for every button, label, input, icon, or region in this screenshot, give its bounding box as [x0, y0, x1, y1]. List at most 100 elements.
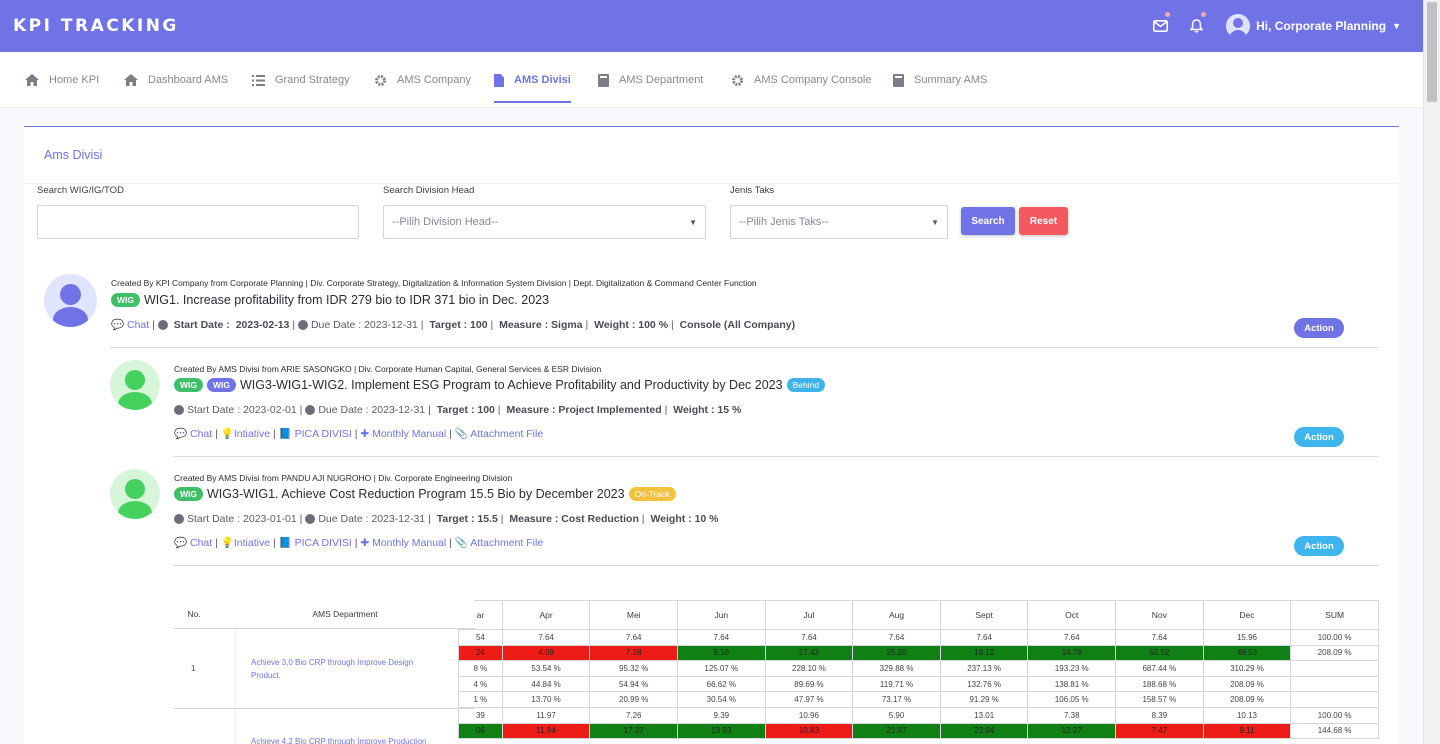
grid-cell: 10.83 — [764, 722, 854, 740]
column-header-dec: Dec — [1202, 600, 1292, 630]
nav-ams-company[interactable]: AMS Company — [374, 52, 471, 108]
clock-icon — [174, 405, 184, 415]
avatar — [44, 274, 97, 327]
grid-cell: 7.64 — [764, 629, 854, 646]
avatar — [110, 360, 160, 410]
grid-row: 54 7.64 7.64 7.64 7.64 7.64 7.64 7.64 7.64 15.96 1… — [458, 629, 1379, 646]
division-head-select[interactable]: --Pilih Division Head-- ▼ — [383, 205, 706, 239]
grid-cell: 208.09 % — [1290, 644, 1379, 662]
grid-cell: 11.97 — [501, 706, 591, 724]
dept-link[interactable]: Achieve 3,0 Bio CRP through Improve Desi… — [251, 656, 441, 682]
pica-divisi-link[interactable]: 📘 PICA DIVISI — [279, 428, 352, 440]
grid-cell: 91.29 % — [939, 691, 1029, 708]
nav-grand-strategy[interactable]: Grand Strategy — [252, 52, 350, 108]
avatar — [110, 469, 160, 519]
entry-title[interactable]: WIG3-WIG1. Achieve Cost Reduction Progra… — [207, 487, 625, 501]
grid-cell: 237.13 % — [939, 660, 1029, 677]
entry-title[interactable]: WIG1. Increase profitability from IDR 27… — [144, 293, 549, 307]
column-header-sept: Sept — [939, 600, 1029, 630]
initiative-link[interactable]: 💡Intiative — [221, 537, 270, 549]
nav-ams-department[interactable]: AMS Department — [598, 52, 703, 108]
grid-cell: 20.99 % — [589, 691, 679, 708]
book-icon — [598, 73, 609, 87]
entry-title[interactable]: WIG3-WIG1-WIG2. Implement ESG Program to… — [240, 378, 783, 392]
attachment-file-link[interactable]: 📎 Attachment File — [455, 428, 543, 440]
nav-dashboard-ams[interactable]: Dashboard AMS — [124, 52, 228, 108]
grid-cell: 9.39 — [677, 706, 766, 724]
user-menu[interactable]: Hi, Corporate Planning ▼ — [1226, 14, 1401, 38]
grid-cell: 7.64 — [589, 629, 679, 646]
notification-dot — [1165, 12, 1171, 17]
grid-cell: 208.09 % — [1202, 675, 1292, 693]
top-bar: KPI TRACKING Hi, Corporate Planning ▼ — [0, 0, 1423, 52]
grid-row: 39 11.97 7.26 9.39 10.96 5.90 13.01 7.38 8.39 10.… — [458, 706, 1379, 724]
grid-cell: 7.64 — [1115, 629, 1204, 646]
nav-summary-ams[interactable]: Summary AMS — [893, 52, 987, 108]
created-by-text: Created By AMS Divisi from ARIE SASONGKO… — [174, 364, 602, 374]
grid-cell: 7.64 — [939, 629, 1029, 646]
action-button[interactable]: Action — [1294, 427, 1344, 447]
book-icon — [893, 73, 904, 87]
pica-divisi-link[interactable]: 📘 PICA DIVISI — [279, 537, 352, 549]
chat-link[interactable]: 💬 Chat — [174, 537, 212, 549]
grid-cell: 17.37 — [589, 722, 679, 740]
entry-info-row: Start Date : 2023-02-01 | Due Date : 202… — [174, 404, 741, 416]
attachment-file-link[interactable]: 📎 Attachment File — [455, 537, 543, 549]
grid-cell: 228.10 % — [764, 660, 854, 677]
grid-cell: 89.69 % — [764, 675, 854, 693]
grid-cell: 100.00 % — [1290, 629, 1379, 646]
brand-logo[interactable]: KPI TRACKING — [13, 16, 179, 36]
vertical-scrollbar[interactable] — [1423, 0, 1440, 744]
column-header-nov: Nov — [1115, 600, 1204, 630]
wig-badge: WIG — [207, 378, 236, 392]
search-button[interactable]: Search — [961, 207, 1015, 235]
grid-cell: 54.94 % — [589, 675, 679, 693]
envelope-icon[interactable] — [1142, 0, 1178, 52]
nav-ams-company-console[interactable]: AMS Company Console — [731, 52, 871, 108]
table-header: No. AMS Department — [173, 600, 475, 629]
monthly-manual-link[interactable]: ✚ Monthly Manual — [360, 428, 446, 440]
grid-cell: 66.62 % — [677, 675, 766, 693]
nav-ams-divisi[interactable]: AMS Divisi — [494, 52, 571, 108]
fixed-columns: No. AMS Department 1 Achieve 3,0 Bio CRP… — [173, 600, 475, 744]
scrollbar-thumb[interactable] — [1427, 2, 1437, 102]
ams-department-table[interactable]: ar Apr Mei Jun Jul Aug Sept Oct Nov Dec SUM 54 7.64… — [173, 600, 1379, 744]
monthly-manual-link[interactable]: ✚ Monthly Manual — [360, 537, 446, 549]
home-icon — [124, 74, 138, 86]
wig-search-input[interactable] — [37, 205, 359, 239]
table-row[interactable]: Achieve 4,2 Bio CRP through Improve Prod… — [173, 709, 475, 744]
grid-cell — [1290, 691, 1379, 708]
divider — [110, 347, 1379, 348]
wig-badge: WIG — [174, 378, 203, 392]
grid-cell: 4.09 — [501, 644, 591, 662]
grid-cell: 52.52 — [1115, 644, 1204, 662]
gear-icon — [374, 74, 387, 87]
entry-title-row: WIG WIG3-WIG1. Achieve Cost Reduction Pr… — [174, 487, 680, 501]
action-button[interactable]: Action — [1294, 318, 1344, 338]
grid-cell: 7.26 — [589, 706, 679, 724]
chat-link[interactable]: 💬 Chat — [174, 428, 212, 440]
table-row[interactable]: 1 Achieve 3,0 Bio CRP through Improve De… — [173, 629, 475, 709]
avatar — [1226, 14, 1251, 38]
divider — [173, 565, 1379, 566]
jenis-taks-select[interactable]: --Pilih Jenis Taks-- ▼ — [730, 205, 948, 239]
action-button[interactable]: Action — [1294, 536, 1344, 556]
grid-cell: 73.17 % — [852, 691, 941, 708]
grid-cell: 8.39 — [1115, 706, 1204, 724]
entry-links-row: 💬 Chat | 💡Intiative | 📘 PICA DIVISI | ✚ … — [174, 428, 544, 440]
clock-icon — [157, 319, 168, 330]
entry-title-row: WIG WIG1. Increase profitability from ID… — [111, 293, 549, 307]
nav-home-kpi[interactable]: Home KPI — [25, 52, 99, 108]
entry-title-row: WIG WIG WIG3-WIG1-WIG2. Implement ESG Pr… — [174, 378, 829, 392]
dept-link[interactable]: Achieve 4,2 Bio CRP through Improve Prod… — [251, 735, 461, 744]
grid-cell: 7.64 — [501, 629, 591, 646]
grid-cell: 14.76 — [1027, 644, 1117, 662]
reset-button[interactable]: Reset — [1019, 207, 1068, 235]
bell-icon[interactable] — [1178, 0, 1214, 52]
chat-link[interactable]: 💬 Chat — [111, 318, 149, 331]
grid-cell: 17.43 — [764, 644, 854, 662]
initiative-link[interactable]: 💡Intiative — [221, 428, 270, 440]
column-header-no: No. — [187, 609, 201, 619]
notification-dot — [1201, 12, 1207, 17]
grid-cell: 9.11 — [1202, 722, 1292, 740]
